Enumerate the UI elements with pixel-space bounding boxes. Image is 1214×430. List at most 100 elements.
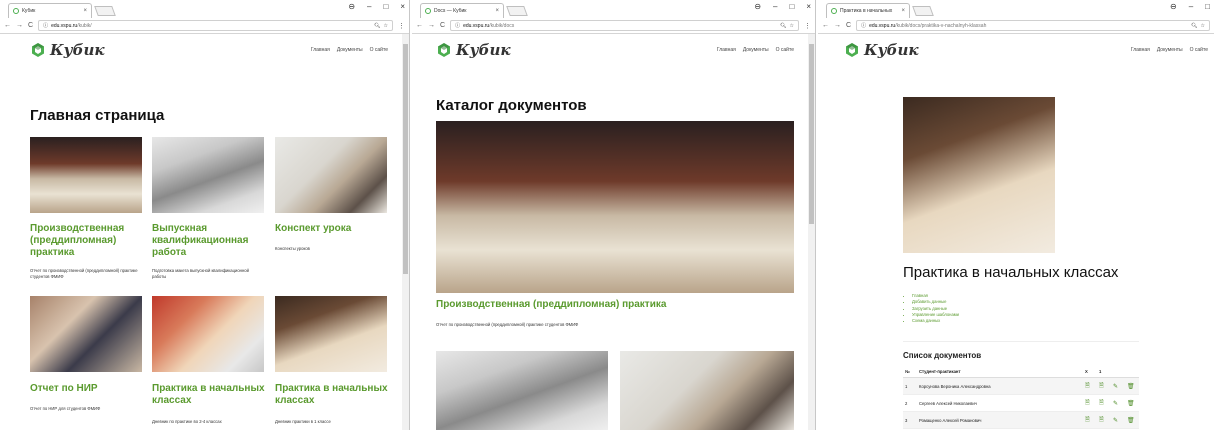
card-title[interactable]: Практика в начальных классах bbox=[275, 383, 393, 407]
forward-icon[interactable]: → bbox=[428, 22, 435, 29]
delete-trash-icon[interactable]: 🗑︎ bbox=[1125, 377, 1139, 395]
browser-tab[interactable]: Docs — Кубик × bbox=[420, 3, 504, 18]
close-tab-icon[interactable]: × bbox=[495, 8, 499, 14]
close-tab-icon[interactable]: × bbox=[83, 8, 87, 14]
browser-window-practice: Практика в начальных × ⊖ – □ ← → C ⓘ edu… bbox=[818, 0, 1214, 430]
back-icon[interactable]: ← bbox=[416, 22, 423, 29]
nav-documents[interactable]: Документы bbox=[337, 47, 363, 53]
page-content: Кубик Главная Документы О сайте Главная … bbox=[0, 35, 402, 430]
featured-image-book[interactable] bbox=[436, 121, 794, 293]
minimize-button[interactable]: – bbox=[367, 2, 371, 11]
doc-file-icon[interactable]: 🗎 bbox=[1097, 411, 1111, 429]
url-domain: edu.vspu.ru bbox=[869, 22, 896, 29]
maximize-button[interactable]: □ bbox=[383, 2, 388, 11]
url-input[interactable]: ⓘ edu.vspu.ru/kubik/ 🔍︎ ☆ bbox=[38, 20, 393, 31]
doc-file-icon[interactable]: 🗎 bbox=[1097, 377, 1111, 395]
nav-home[interactable]: Главная bbox=[311, 47, 330, 53]
delete-trash-icon[interactable]: 🗑︎ bbox=[1125, 394, 1139, 412]
zoom-icon[interactable]: 🔍︎ bbox=[780, 23, 786, 29]
back-icon[interactable]: ← bbox=[822, 22, 829, 29]
card-image-kids[interactable] bbox=[152, 296, 264, 372]
delete-trash-icon[interactable]: 🗑︎ bbox=[1125, 411, 1139, 429]
excel-file-icon[interactable]: 🗎 bbox=[1083, 377, 1097, 395]
card-image-laptop[interactable] bbox=[152, 137, 264, 213]
site-logo[interactable]: Кубик bbox=[436, 41, 511, 59]
window-controls: ⊖ – □ bbox=[1170, 2, 1210, 11]
card-image-student[interactable] bbox=[30, 296, 142, 372]
zoom-icon[interactable]: 🔍︎ bbox=[374, 23, 380, 29]
browser-window-home: Кубик × ⊖ – □ × ← → C ⓘ edu.vspu.ru/kubi… bbox=[0, 0, 410, 430]
hero-image-drawing bbox=[903, 97, 1055, 253]
card-image-notebook[interactable] bbox=[275, 137, 387, 213]
card-image-laptop[interactable] bbox=[436, 351, 608, 430]
minimize-button[interactable]: – bbox=[773, 2, 777, 11]
browser-tab[interactable]: Практика в начальных × bbox=[826, 3, 910, 18]
forward-icon[interactable]: → bbox=[16, 22, 23, 29]
close-tab-icon[interactable]: × bbox=[901, 8, 905, 14]
browser-tab[interactable]: Кубик × bbox=[8, 3, 92, 18]
new-tab-button[interactable] bbox=[506, 6, 528, 16]
minimize-button[interactable]: – bbox=[1189, 2, 1193, 11]
maximize-button[interactable]: □ bbox=[789, 2, 794, 11]
card-image-notebook[interactable] bbox=[620, 351, 794, 430]
nav-about[interactable]: О сайте bbox=[776, 47, 794, 53]
nav-about[interactable]: О сайте bbox=[370, 47, 388, 53]
url-input[interactable]: ⓘ edu.vspu.ru/kubik/docs 🔍︎ ☆ bbox=[450, 20, 799, 31]
close-window-button[interactable]: × bbox=[400, 2, 405, 11]
menu-icon[interactable]: ⋮ bbox=[398, 22, 405, 30]
profile-icon[interactable]: ⊖ bbox=[754, 2, 761, 11]
edit-pencil-icon[interactable]: ✎ bbox=[1111, 377, 1125, 395]
card-image-drawing[interactable] bbox=[275, 296, 387, 372]
url-path: /kubik/docs/praktika-v-nachalnyh-klassah bbox=[895, 22, 987, 29]
card-image-book[interactable] bbox=[30, 137, 142, 213]
column-header: 1 bbox=[1097, 366, 1111, 378]
excel-file-icon[interactable]: 🗎 bbox=[1083, 411, 1097, 429]
reload-icon[interactable]: C bbox=[440, 22, 445, 29]
edit-pencil-icon[interactable]: ✎ bbox=[1111, 411, 1125, 429]
new-tab-button[interactable] bbox=[912, 6, 934, 16]
link-data-schema[interactable]: Схема данных bbox=[912, 318, 959, 324]
site-logo[interactable]: Кубик bbox=[844, 41, 919, 59]
card-title[interactable]: Отчет по НИР bbox=[30, 383, 142, 395]
scrollbar[interactable] bbox=[808, 34, 815, 430]
card-title[interactable]: Конспект урока bbox=[275, 223, 387, 235]
scrollbar[interactable] bbox=[402, 34, 409, 430]
back-icon[interactable]: ← bbox=[4, 22, 11, 29]
edit-pencil-icon[interactable]: ✎ bbox=[1111, 394, 1125, 412]
logo-text: Кубик bbox=[50, 41, 105, 59]
bookmark-star-icon[interactable]: ☆ bbox=[384, 23, 388, 29]
new-tab-button[interactable] bbox=[94, 6, 116, 16]
zoom-icon[interactable]: 🔍︎ bbox=[1191, 23, 1197, 29]
bookmark-star-icon[interactable]: ☆ bbox=[790, 23, 794, 29]
cube-logo-icon bbox=[438, 43, 450, 57]
reload-icon[interactable]: C bbox=[846, 22, 851, 29]
nav-about[interactable]: О сайте bbox=[1190, 47, 1208, 53]
card-title[interactable]: Практика в начальных классах bbox=[152, 383, 270, 407]
page-title: Каталог документов bbox=[436, 97, 587, 114]
profile-icon[interactable]: ⊖ bbox=[1170, 2, 1177, 11]
nav-documents[interactable]: Документы bbox=[743, 47, 769, 53]
scrollbar-thumb[interactable] bbox=[809, 44, 814, 224]
excel-file-icon[interactable]: 🗎 bbox=[1083, 394, 1097, 412]
doc-file-icon[interactable]: 🗎 bbox=[1097, 394, 1111, 412]
scrollbar-thumb[interactable] bbox=[403, 44, 408, 274]
nav-documents[interactable]: Документы bbox=[1157, 47, 1183, 53]
reload-icon[interactable]: C bbox=[28, 22, 33, 29]
favicon-icon bbox=[831, 8, 837, 14]
nav-home[interactable]: Главная bbox=[1131, 47, 1150, 53]
card-title[interactable]: Производственная (преддипломная) практик… bbox=[30, 223, 142, 259]
column-header: № bbox=[903, 366, 917, 378]
column-header-edit bbox=[1111, 366, 1125, 378]
card-title[interactable]: Выпускная квалификационная работа bbox=[152, 223, 264, 259]
bookmark-star-icon[interactable]: ☆ bbox=[1201, 23, 1205, 29]
nav-home[interactable]: Главная bbox=[717, 47, 736, 53]
profile-icon[interactable]: ⊖ bbox=[348, 2, 355, 11]
close-window-button[interactable]: × bbox=[806, 2, 811, 11]
featured-title[interactable]: Производственная (преддипломная) практик… bbox=[436, 299, 794, 311]
forward-icon[interactable]: → bbox=[834, 22, 841, 29]
site-nav: Главная Документы О сайте bbox=[311, 47, 388, 53]
maximize-button[interactable]: □ bbox=[1205, 2, 1210, 11]
site-logo[interactable]: Кубик bbox=[30, 41, 105, 59]
url-input[interactable]: ⓘ edu.vspu.ru/kubik/docs/praktika-v-nach… bbox=[856, 20, 1210, 31]
menu-icon[interactable]: ⋮ bbox=[804, 22, 811, 30]
